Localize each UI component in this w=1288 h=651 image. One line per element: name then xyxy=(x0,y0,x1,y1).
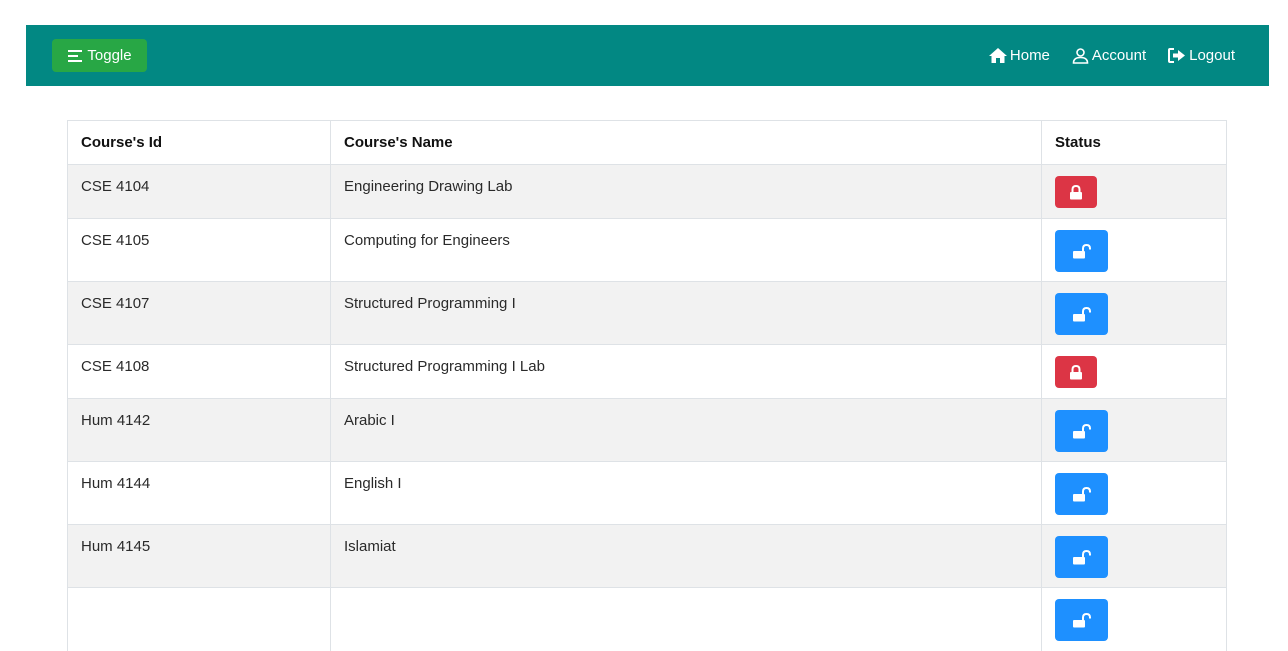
courses-table: Course's Id Course's Name Status CSE 410… xyxy=(68,121,1226,651)
status-cell xyxy=(1041,524,1226,588)
course-id-cell: CSE 4104 xyxy=(68,164,331,219)
nav-account-link[interactable]: Account xyxy=(1072,47,1146,64)
status-cell xyxy=(1041,164,1226,219)
unlock-icon xyxy=(1072,243,1092,259)
header-course-name: Course's Name xyxy=(330,121,1042,165)
locked-status-button[interactable] xyxy=(1055,176,1097,208)
locked-status-button[interactable] xyxy=(1055,356,1097,388)
table-row xyxy=(68,587,1226,651)
unlocked-status-button[interactable] xyxy=(1055,293,1108,335)
lock-icon xyxy=(1069,364,1083,380)
courses-table-container: Course's Id Course's Name Status CSE 410… xyxy=(67,120,1227,651)
table-row: CSE 4105 Computing for Engineers xyxy=(68,218,1226,282)
unlock-icon xyxy=(1072,549,1092,565)
table-body: CSE 4104 Engineering Drawing Lab CSE 4105 C… xyxy=(68,164,1226,651)
unlock-icon xyxy=(1072,486,1092,502)
table-row: CSE 4108 Structured Programming I Lab xyxy=(68,344,1226,399)
status-cell xyxy=(1041,218,1226,282)
nav-links: Home Account Logout xyxy=(967,25,1235,86)
course-name-cell: Structured Programming I Lab xyxy=(330,344,1042,399)
status-cell xyxy=(1041,398,1226,462)
header-course-id: Course's Id xyxy=(68,121,331,165)
unlocked-status-button[interactable] xyxy=(1055,599,1108,641)
nav-logout-link[interactable]: Logout xyxy=(1168,47,1235,64)
menu-lines-icon xyxy=(68,49,83,62)
status-cell xyxy=(1041,344,1226,399)
course-id-cell: Hum 4145 xyxy=(68,524,331,588)
status-cell xyxy=(1041,587,1226,651)
sidebar-toggle-button[interactable]: Toggle xyxy=(52,39,147,72)
table-row: Hum 4145 Islamiat xyxy=(68,524,1226,588)
unlocked-status-button[interactable] xyxy=(1055,230,1108,272)
course-name-cell: Engineering Drawing Lab xyxy=(330,164,1042,219)
course-name-cell: English I xyxy=(330,461,1042,525)
status-cell xyxy=(1041,461,1226,525)
course-name-cell: Structured Programming I xyxy=(330,281,1042,345)
course-name-cell: Arabic I xyxy=(330,398,1042,462)
top-navbar: Toggle Home Account Logout xyxy=(26,25,1269,86)
table-row: CSE 4104 Engineering Drawing Lab xyxy=(68,164,1226,219)
table-row: Hum 4142 Arabic I xyxy=(68,398,1226,462)
course-id-cell: Hum 4144 xyxy=(68,461,331,525)
unlock-icon xyxy=(1072,612,1092,628)
course-name-cell: Islamiat xyxy=(330,524,1042,588)
course-id-cell: CSE 4108 xyxy=(68,344,331,399)
course-id-cell: CSE 4105 xyxy=(68,218,331,282)
table-header-row: Course's Id Course's Name Status xyxy=(68,121,1226,165)
nav-home-label: Home xyxy=(1009,47,1050,64)
status-cell xyxy=(1041,281,1226,345)
course-name-cell xyxy=(330,587,1042,651)
toggle-label: Toggle xyxy=(87,47,132,64)
course-id-cell xyxy=(68,587,331,651)
course-id-cell: CSE 4107 xyxy=(68,281,331,345)
user-icon xyxy=(1072,47,1089,64)
unlocked-status-button[interactable] xyxy=(1055,536,1108,578)
unlocked-status-button[interactable] xyxy=(1055,410,1108,452)
course-id-cell: Hum 4142 xyxy=(68,398,331,462)
table-row: CSE 4107 Structured Programming I xyxy=(68,281,1226,345)
header-status: Status xyxy=(1041,121,1226,165)
unlocked-status-button[interactable] xyxy=(1055,473,1108,515)
nav-home-link[interactable]: Home xyxy=(988,47,1050,64)
unlock-icon xyxy=(1072,306,1092,322)
table-row: Hum 4144 English I xyxy=(68,461,1226,525)
nav-account-label: Account xyxy=(1091,47,1147,64)
home-icon xyxy=(988,48,1007,63)
lock-icon xyxy=(1069,184,1083,200)
nav-logout-label: Logout xyxy=(1189,47,1235,64)
course-name-cell: Computing for Engineers xyxy=(330,218,1042,282)
unlock-icon xyxy=(1072,423,1092,439)
sign-out-icon xyxy=(1168,48,1186,63)
